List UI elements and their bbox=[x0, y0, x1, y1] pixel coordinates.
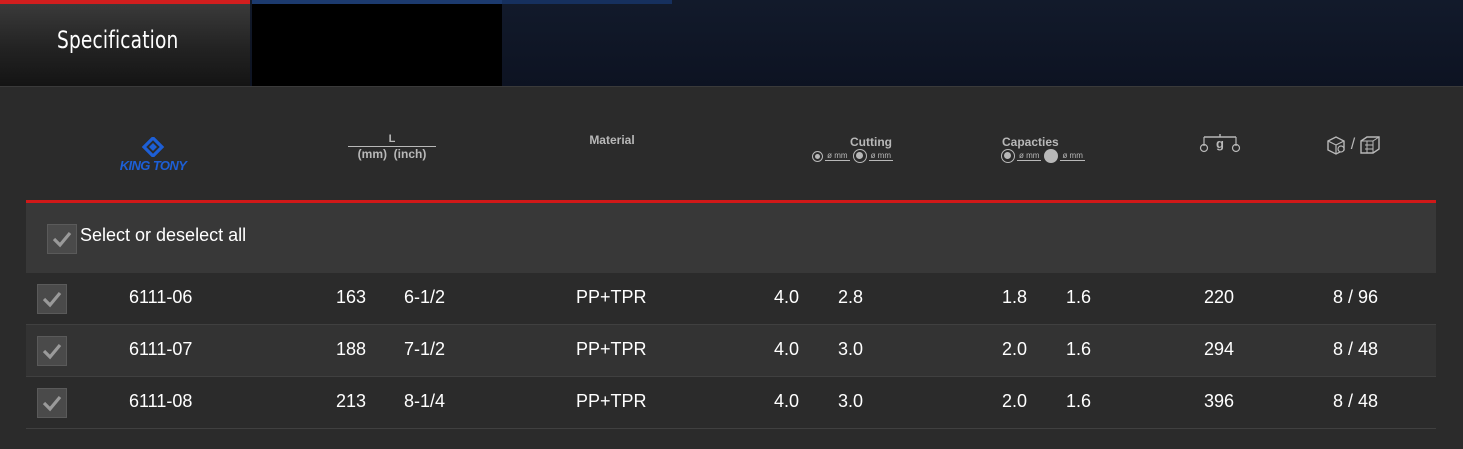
table-row: 6111-07 188 7-1/2 PP+TPR 4.0 3.0 2.0 1.6… bbox=[26, 325, 1436, 377]
length-label: L bbox=[388, 133, 396, 145]
item-code: 6111-07 bbox=[129, 339, 193, 359]
select-all-checkbox[interactable] bbox=[47, 224, 77, 254]
wire-solid-icon bbox=[1044, 149, 1059, 163]
capacity-2: 1.6 bbox=[1066, 391, 1092, 411]
inner-box-icon bbox=[1327, 136, 1345, 155]
tab-specification-label: Specification bbox=[57, 26, 179, 54]
cutting-mm-1: ø mm bbox=[825, 151, 850, 161]
capacity-1: 1.8 bbox=[1002, 287, 1028, 307]
cutting-mm-2: ø mm bbox=[868, 151, 893, 161]
cutting-header: Cutting ø mm ø mm bbox=[770, 136, 900, 163]
length-mm: 163 bbox=[336, 287, 367, 307]
king-tony-logo-icon bbox=[141, 137, 165, 157]
row-checkbox[interactable] bbox=[37, 388, 67, 418]
cutting-2: 2.8 bbox=[838, 287, 864, 307]
wire-ring-icon bbox=[1001, 149, 1015, 163]
wire-cross-section-icon bbox=[852, 149, 867, 163]
capacities-header: Capacties ø mm ø mm bbox=[1000, 136, 1130, 163]
cutting-2: 3.0 bbox=[838, 339, 864, 359]
checkmark-icon bbox=[42, 395, 62, 412]
checkmark-icon bbox=[42, 343, 62, 360]
brand-logo: KING TONY bbox=[98, 137, 208, 173]
packing-header: / bbox=[1322, 135, 1384, 155]
weight-header: g bbox=[1196, 133, 1244, 155]
table-row: 6111-06 163 6-1/2 PP+TPR 4.0 2.8 1.8 1.6… bbox=[26, 273, 1436, 325]
capacities-mm-2: ø mm bbox=[1060, 151, 1085, 161]
select-all-label[interactable]: Select or deselect all bbox=[80, 225, 246, 246]
weight: 396 bbox=[1204, 391, 1235, 411]
carton-icon bbox=[1360, 136, 1380, 154]
capacity-2: 1.6 bbox=[1066, 287, 1092, 307]
weight-unit: g bbox=[1216, 136, 1224, 151]
material: PP+TPR bbox=[576, 287, 647, 307]
capacity-1: 2.0 bbox=[1002, 391, 1028, 411]
item-code: 6111-06 bbox=[129, 287, 193, 307]
length-mm: 188 bbox=[336, 339, 367, 359]
row-checkbox[interactable] bbox=[37, 284, 67, 314]
table-header: KING TONY L (mm) (inch) Material Cutting… bbox=[26, 87, 1436, 201]
packing: 8 / 48 bbox=[1333, 339, 1379, 359]
cutting-1: 4.0 bbox=[774, 287, 800, 307]
cutting-1: 4.0 bbox=[774, 339, 800, 359]
capacity-2: 1.6 bbox=[1066, 339, 1092, 359]
row-checkbox[interactable] bbox=[37, 336, 67, 366]
cutting-label: Cutting bbox=[850, 135, 892, 149]
weight: 294 bbox=[1204, 339, 1235, 359]
material: PP+TPR bbox=[576, 339, 647, 359]
packing-separator: / bbox=[1350, 136, 1356, 153]
material-header: Material bbox=[589, 133, 635, 147]
select-all-row: Select or deselect all bbox=[26, 203, 1436, 273]
checkmark-icon bbox=[42, 291, 62, 308]
packing: 8 / 96 bbox=[1333, 287, 1379, 307]
length-unit-inch: (inch) bbox=[393, 147, 427, 161]
tab-hidden[interactable] bbox=[252, 4, 502, 86]
checkmark-icon bbox=[52, 231, 72, 248]
length-inch: 7-1/2 bbox=[404, 339, 446, 359]
length-unit-mm: (mm) bbox=[357, 147, 387, 161]
tab-divider bbox=[502, 0, 672, 4]
cutting-2: 3.0 bbox=[838, 391, 864, 411]
tab-specification[interactable]: Specification bbox=[0, 0, 250, 86]
capacities-label: Capacties bbox=[1002, 135, 1059, 149]
length-inch: 6-1/2 bbox=[404, 287, 446, 307]
packing: 8 / 48 bbox=[1333, 391, 1379, 411]
length-header: L (mm) (inch) bbox=[344, 133, 440, 161]
cutting-1: 4.0 bbox=[774, 391, 800, 411]
capacity-1: 2.0 bbox=[1002, 339, 1028, 359]
capacities-mm-1: ø mm bbox=[1017, 151, 1042, 161]
weight: 220 bbox=[1204, 287, 1235, 307]
brand-logo-text: KING TONY bbox=[119, 158, 187, 173]
spec-panel: KING TONY L (mm) (inch) Material Cutting… bbox=[0, 86, 1463, 449]
wire-cross-section-icon bbox=[812, 150, 824, 162]
item-code: 6111-08 bbox=[129, 391, 193, 411]
table-row: 6111-08 213 8-1/4 PP+TPR 4.0 3.0 2.0 1.6… bbox=[26, 377, 1436, 429]
material: PP+TPR bbox=[576, 391, 647, 411]
length-mm: 213 bbox=[336, 391, 367, 411]
length-inch: 8-1/4 bbox=[404, 391, 446, 411]
